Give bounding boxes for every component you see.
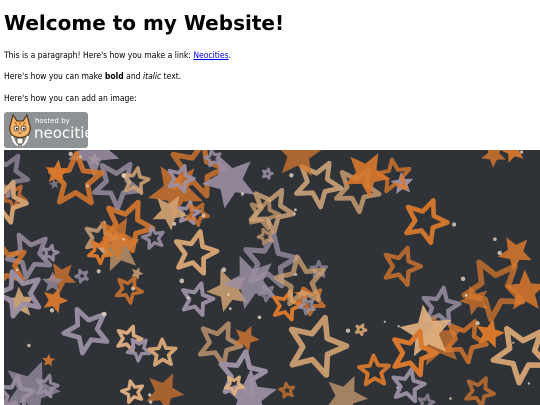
decorative-dot	[149, 400, 153, 404]
decorative-dot	[122, 238, 125, 241]
decorative-dot	[527, 382, 531, 385]
decorative-star	[383, 245, 424, 287]
italic-text: italic	[142, 72, 162, 82]
decorative-dot	[201, 213, 206, 218]
decorative-star	[74, 268, 89, 284]
decorative-star	[278, 381, 296, 399]
decorative-dot	[449, 397, 452, 400]
badge-neocities-text: neocities	[34, 124, 88, 142]
decorative-dot	[79, 155, 82, 158]
decorative-star	[490, 325, 540, 386]
decorative-star	[173, 229, 220, 276]
decorative-dot	[15, 268, 19, 272]
decorative-star	[328, 375, 369, 405]
decorative-star	[43, 287, 69, 314]
decorative-star	[354, 323, 368, 337]
decorative-dot	[257, 315, 262, 320]
formatting-text-after: text.	[161, 72, 182, 82]
decorative-dot	[227, 293, 230, 296]
decorative-star	[288, 314, 350, 378]
stars-pattern-image	[4, 150, 540, 405]
decorative-dot	[86, 184, 89, 188]
decorative-dot	[131, 286, 135, 291]
decorative-dot	[68, 151, 73, 157]
decorative-dot	[475, 321, 480, 326]
decorative-dot	[121, 173, 127, 179]
decorative-star	[481, 150, 506, 168]
decorative-star	[417, 393, 436, 405]
decorative-star	[114, 275, 144, 305]
decorative-dot	[179, 278, 185, 284]
decorative-dot	[240, 192, 245, 196]
formatting-text-middle: and	[123, 72, 143, 82]
paragraph-formatting: Here's how you can make bold and italic …	[4, 72, 181, 83]
decorative-star	[404, 198, 450, 246]
decorative-star	[256, 227, 274, 246]
stars-pattern-svg	[4, 150, 540, 405]
decorative-dot	[345, 328, 351, 333]
decorative-dot	[293, 212, 296, 215]
decorative-dot	[294, 273, 298, 276]
decorative-star	[261, 167, 274, 180]
decorative-dot	[228, 307, 232, 311]
decorative-dot	[452, 222, 457, 227]
bold-text: bold	[104, 72, 124, 82]
decorative-dot	[520, 150, 524, 154]
decorative-star	[464, 376, 496, 405]
paragraph-text: This is a paragraph! Here's how you make…	[4, 51, 194, 61]
decorative-star	[120, 379, 145, 404]
page-title: Welcome to my Website!	[4, 11, 285, 35]
paragraph-link: This is a paragraph! Here's how you make…	[4, 51, 231, 62]
decorative-dot	[497, 250, 502, 256]
decorative-star	[146, 373, 185, 405]
decorative-dot	[493, 237, 497, 241]
decorative-dot	[49, 308, 55, 313]
decorative-dot	[96, 269, 101, 274]
decorative-dot	[148, 393, 152, 397]
decorative-dot	[27, 343, 31, 348]
decorative-dot	[221, 267, 227, 273]
decorative-dot	[172, 222, 177, 226]
decorative-dot	[396, 386, 399, 389]
decorative-star	[61, 307, 110, 356]
paragraph-end: .	[228, 51, 231, 61]
decorative-star	[357, 353, 391, 387]
decorative-star	[42, 353, 55, 367]
decorative-dot	[383, 320, 386, 323]
decorative-star	[497, 237, 532, 271]
hosted-by-neocities-badge[interactable]: hosted by neocities	[4, 112, 88, 148]
decorative-dot	[460, 276, 466, 281]
neocities-link[interactable]: Neocities	[193, 51, 228, 61]
decorative-dot	[397, 325, 400, 328]
decorative-star	[116, 324, 144, 353]
neocities-cat-icon	[9, 114, 31, 146]
formatting-text-before: Here's how you can make	[4, 72, 105, 82]
decorative-dot	[186, 296, 190, 300]
decorative-dot	[294, 208, 297, 212]
decorative-star	[147, 337, 178, 367]
paragraph-image: Here's how you can add an image:	[4, 94, 137, 104]
decorative-dot	[512, 341, 515, 344]
decorative-dot	[289, 173, 294, 178]
decorative-dot	[101, 311, 107, 317]
decorative-star	[42, 243, 60, 262]
decorative-dot	[464, 293, 468, 297]
decorative-star	[125, 337, 152, 363]
